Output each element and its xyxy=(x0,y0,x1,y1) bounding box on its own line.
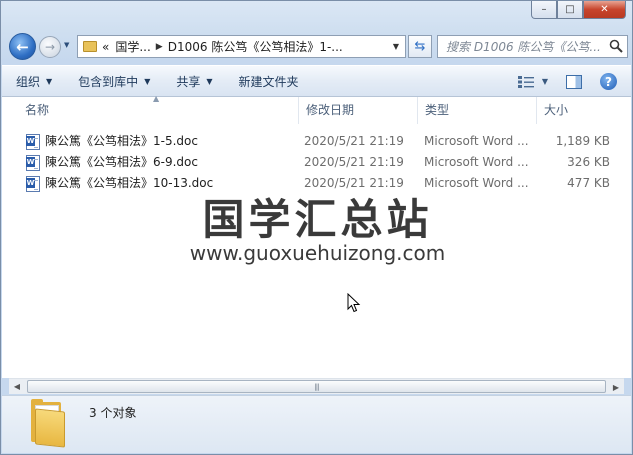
address-overflow[interactable]: « xyxy=(102,40,109,54)
address-bar[interactable]: « 国学... ▶ D1006 陈公笃《公笃相法》1-... ▼ xyxy=(77,35,406,58)
folder-icon xyxy=(83,41,97,52)
search-input[interactable]: 搜索 D1006 陈公笃《公笃... xyxy=(437,35,628,58)
new-folder-button[interactable]: 新建文件夹 xyxy=(239,73,299,90)
minimize-button[interactable]: – xyxy=(531,1,557,19)
command-bar: 组织 ▼ 包含到库中 ▼ 共享 ▼ 新建文件夹 ▼ ? xyxy=(2,65,631,97)
organize-label: 组织 xyxy=(16,74,41,89)
word-document-icon xyxy=(26,154,40,171)
forward-button[interactable]: → xyxy=(39,36,61,58)
folder-icon xyxy=(29,399,65,448)
search-placeholder: 搜索 D1006 陈公笃《公笃... xyxy=(446,40,601,54)
refresh-icon: ⇆ xyxy=(414,39,426,54)
chevron-down-icon: ▼ xyxy=(541,77,548,86)
scroll-right-icon[interactable]: ▶ xyxy=(608,379,624,395)
column-headers: ▲ 名称 修改日期 类型 大小 xyxy=(2,95,631,124)
mouse-cursor-icon xyxy=(347,293,361,313)
include-in-library-button[interactable]: 包含到库中 ▼ xyxy=(78,73,150,90)
column-header-date[interactable]: 修改日期 xyxy=(299,97,418,124)
watermark-url: www.guoxuehuizong.com xyxy=(189,241,446,265)
horizontal-scrollbar[interactable]: ◀ ||| ▶ xyxy=(9,378,624,394)
share-label: 共享 xyxy=(176,74,201,89)
back-arrow-icon: ← xyxy=(16,37,29,56)
navigation-bar: ← → ▼ « 国学... ▶ D1006 陈公笃《公笃相法》1-... ▼ ⇆… xyxy=(7,31,628,61)
help-icon[interactable]: ? xyxy=(600,73,617,90)
explorer-window: – □ ✕ ← → ▼ « 国学... ▶ D1006 陈公笃《公笃相法》1-.… xyxy=(0,0,633,455)
file-name: 陳公篤《公笃相法》6-9.doc xyxy=(45,155,198,169)
table-row[interactable]: 陳公篤《公笃相法》1-5.doc 2020/5/21 21:19 Microso… xyxy=(2,131,631,152)
word-document-icon xyxy=(26,133,40,150)
file-name: 陳公篤《公笃相法》1-5.doc xyxy=(45,134,198,148)
view-options-icon xyxy=(517,75,534,88)
file-date: 2020/5/21 21:19 xyxy=(304,155,404,169)
breadcrumb-item[interactable]: 国学... xyxy=(115,38,150,55)
details-pane: 3 个对象 xyxy=(2,395,631,453)
file-type: Microsoft Word ... xyxy=(424,134,529,148)
scrollbar-thumb[interactable]: ||| xyxy=(27,380,606,393)
file-name-cell[interactable]: 陳公篤《公笃相法》1-5.doc xyxy=(26,131,296,152)
view-options-button[interactable]: ▼ xyxy=(517,75,548,88)
file-size: 1,189 KB xyxy=(555,134,610,148)
forward-arrow-icon: → xyxy=(44,40,56,54)
refresh-button[interactable]: ⇆ xyxy=(408,35,432,58)
breadcrumb-item[interactable]: D1006 陈公笃《公笃相法》1-... xyxy=(168,38,343,55)
close-button[interactable]: ✕ xyxy=(583,1,626,19)
item-count: 3 个对象 xyxy=(89,406,137,420)
file-type: Microsoft Word ... xyxy=(424,155,529,169)
chevron-down-icon: ▼ xyxy=(206,76,213,86)
file-size: 326 KB xyxy=(567,155,610,169)
column-header-type[interactable]: 类型 xyxy=(418,97,537,124)
share-button[interactable]: 共享 ▼ xyxy=(176,73,212,90)
toolbar-right-group: ▼ ? xyxy=(517,73,617,90)
preview-pane-icon[interactable] xyxy=(566,74,582,89)
scroll-left-icon[interactable]: ◀ xyxy=(9,379,25,395)
table-row[interactable]: 陳公篤《公笃相法》6-9.doc 2020/5/21 21:19 Microso… xyxy=(2,152,631,173)
address-dropdown-button[interactable]: ▼ xyxy=(387,36,405,57)
new-folder-label: 新建文件夹 xyxy=(238,74,299,89)
organize-button[interactable]: 组织 ▼ xyxy=(16,73,52,90)
chevron-down-icon: ▼ xyxy=(46,76,53,86)
watermark-title: 国学汇总站 xyxy=(202,195,433,244)
column-header-size[interactable]: 大小 xyxy=(537,97,617,124)
search-icon[interactable] xyxy=(609,39,623,56)
file-date: 2020/5/21 21:19 xyxy=(304,134,404,148)
caption-buttons: – □ ✕ xyxy=(531,1,626,19)
include-in-library-label: 包含到库中 xyxy=(78,74,139,89)
back-button[interactable]: ← xyxy=(9,33,36,60)
maximize-button[interactable]: □ xyxy=(557,1,583,19)
recent-pages-button[interactable]: ▼ xyxy=(64,41,69,49)
breadcrumb-separator-icon[interactable]: ▶ xyxy=(156,42,163,52)
column-header-name[interactable]: 名称 xyxy=(18,97,299,124)
chevron-down-icon: ▼ xyxy=(144,76,151,86)
file-name-cell[interactable]: 陳公篤《公笃相法》6-9.doc xyxy=(26,152,296,173)
